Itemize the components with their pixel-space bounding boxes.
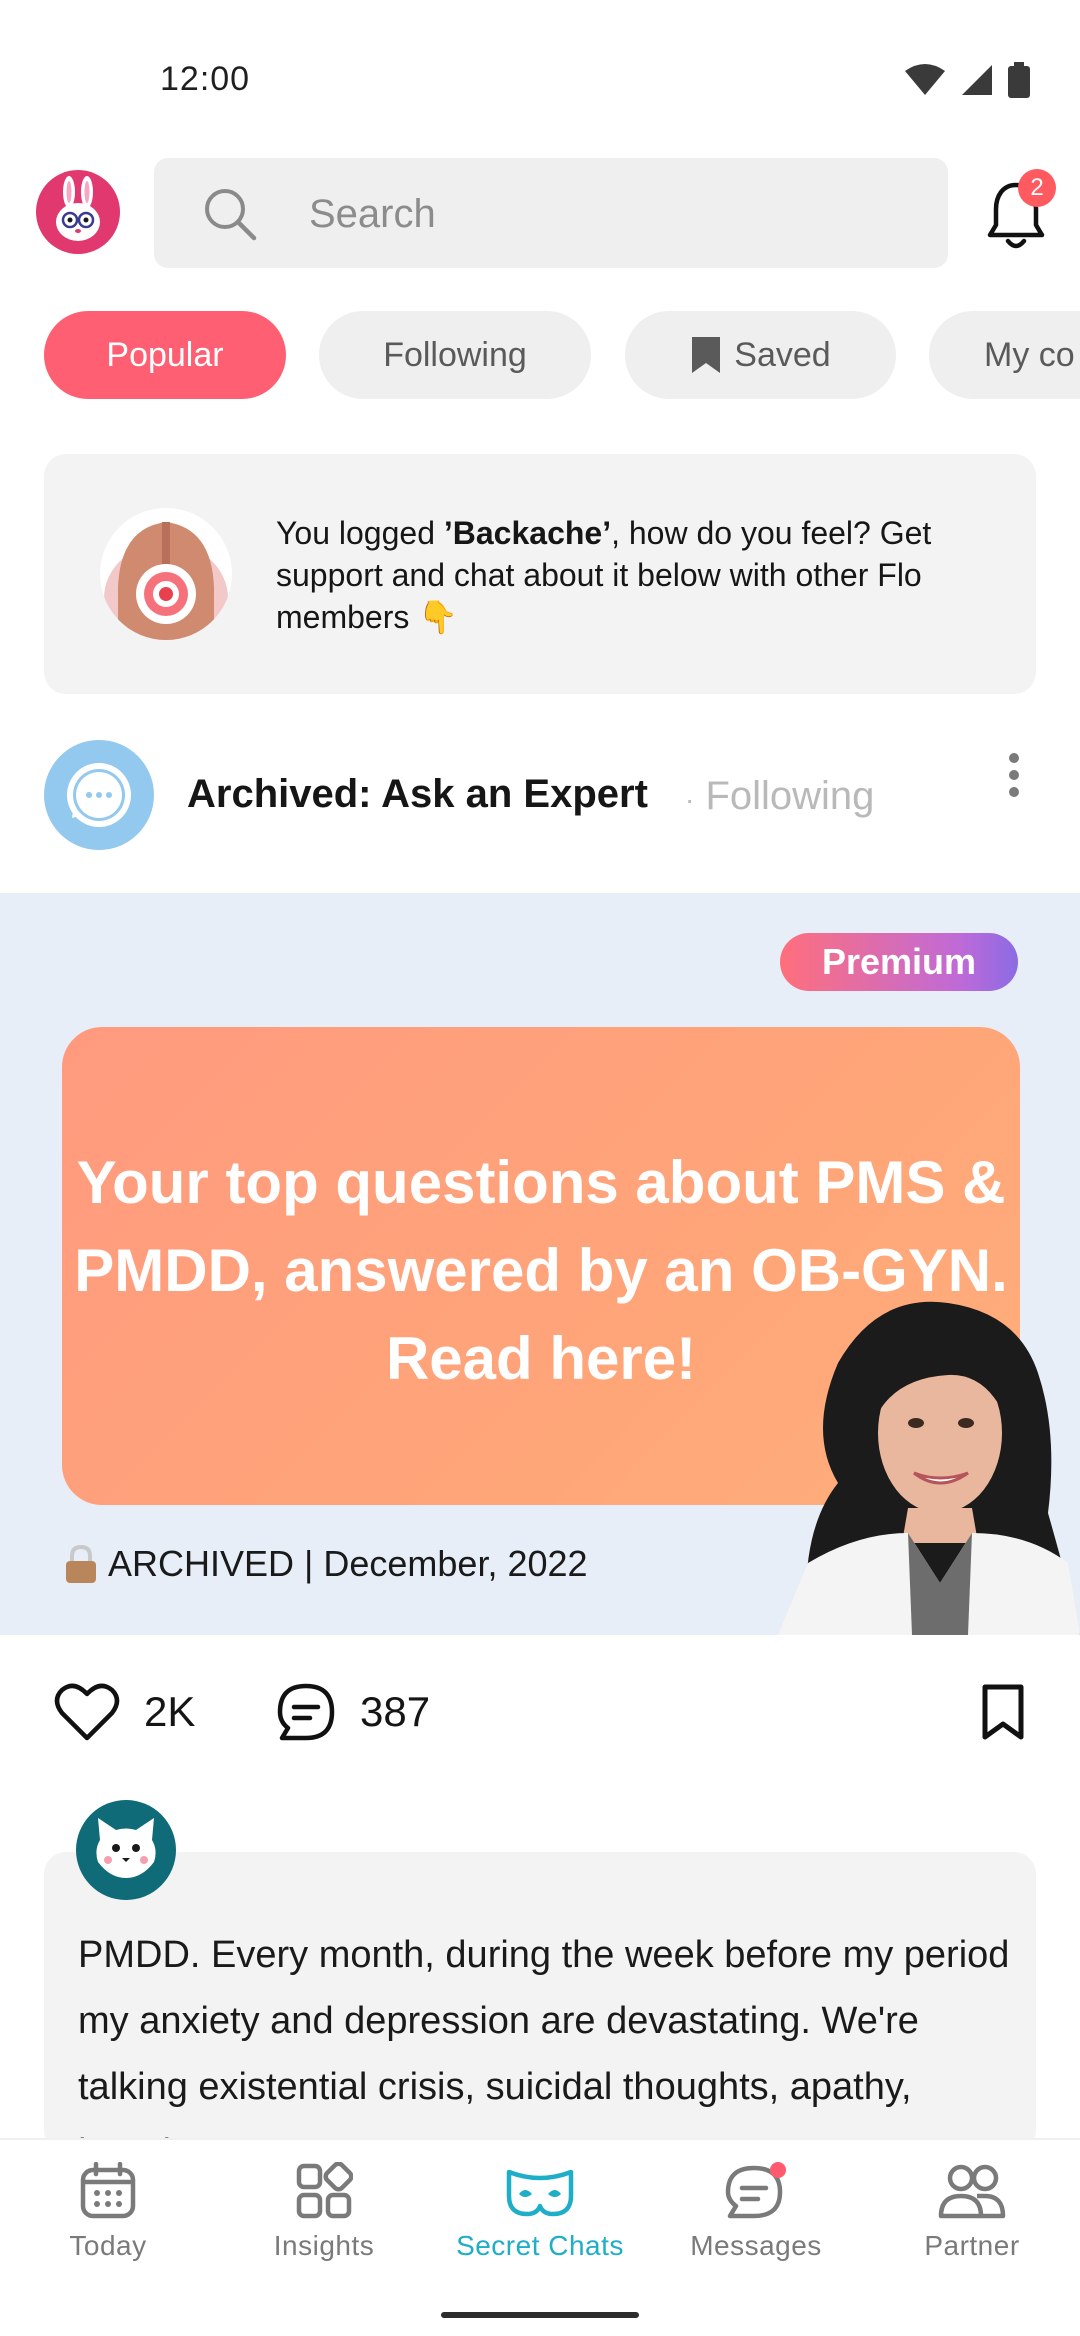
info-message: You logged ’Backache’, how do you feel? … bbox=[276, 512, 1006, 638]
calendar-icon bbox=[80, 2162, 136, 2219]
logged-symptom: ’Backache’ bbox=[443, 515, 612, 551]
top-header: Search 2 bbox=[0, 155, 1080, 270]
nav-partner[interactable]: Partner bbox=[864, 2162, 1080, 2272]
top-comment-card[interactable]: PMDD. Every month, during the week befor… bbox=[44, 1852, 1036, 2152]
nav-label: Partner bbox=[924, 2230, 1020, 2261]
group-name[interactable]: Archived: Ask an Expert bbox=[187, 772, 648, 817]
wifi-icon bbox=[905, 64, 945, 95]
home-indicator[interactable] bbox=[441, 2312, 639, 2318]
cellular-icon bbox=[962, 65, 992, 95]
tab-my-communities[interactable]: My co bbox=[929, 311, 1080, 399]
search-placeholder: Search bbox=[309, 192, 436, 236]
lock-icon bbox=[66, 1544, 96, 1583]
follow-status[interactable]: · Following bbox=[685, 774, 874, 819]
tab-following[interactable]: Following bbox=[319, 311, 591, 399]
nav-label: Insights bbox=[273, 2230, 375, 2261]
nav-label: Today bbox=[69, 2230, 147, 2261]
comment-button[interactable]: 387 bbox=[276, 1682, 430, 1742]
back-target-icon bbox=[104, 522, 228, 640]
profile-avatar[interactable] bbox=[36, 170, 120, 254]
mask-icon bbox=[506, 2169, 574, 2217]
nav-today[interactable]: Today bbox=[0, 2162, 216, 2272]
grid-icon bbox=[296, 2162, 353, 2219]
comment-count: 387 bbox=[360, 1688, 431, 1735]
backache-illustration bbox=[100, 508, 232, 640]
follow-status-label: Following bbox=[705, 774, 875, 818]
bottom-navigation: Today Insights Secret Chats Messages Par… bbox=[0, 2138, 1080, 2336]
nav-messages[interactable]: Messages bbox=[648, 2162, 864, 2272]
bunny-icon bbox=[56, 176, 100, 241]
more-options-icon[interactable] bbox=[1000, 744, 1028, 814]
status-time: 12:00 bbox=[160, 60, 251, 98]
chat-bubble-icon bbox=[67, 763, 131, 827]
tab-popular[interactable]: Popular bbox=[44, 311, 286, 399]
search-icon bbox=[205, 189, 257, 241]
info-prefix: You logged bbox=[276, 515, 444, 551]
tab-saved[interactable]: Saved bbox=[625, 311, 896, 399]
archived-label: ARCHIVED | December, 2022 bbox=[108, 1543, 588, 1584]
group-avatar[interactable] bbox=[44, 740, 154, 850]
like-count: 2K bbox=[144, 1688, 196, 1735]
nav-secret-chats[interactable]: Secret Chats bbox=[432, 2162, 648, 2272]
archived-row: ARCHIVED | December, 2022 bbox=[64, 1543, 588, 1585]
battery-icon bbox=[1008, 62, 1030, 98]
chat-bubble-icon bbox=[725, 2162, 786, 2219]
nav-insights[interactable]: Insights bbox=[216, 2162, 432, 2272]
notification-badge: 2 bbox=[1018, 169, 1056, 207]
search-input[interactable]: Search bbox=[154, 158, 948, 268]
tab-label: Saved bbox=[734, 335, 831, 374]
symptom-info-card[interactable]: You logged ’Backache’, how do you feel? … bbox=[44, 454, 1036, 694]
cat-icon bbox=[96, 1818, 156, 1878]
bookmark-icon bbox=[692, 337, 721, 373]
tab-label: Popular bbox=[106, 335, 224, 374]
post-actions: 2K 387 bbox=[0, 1660, 1080, 1770]
premium-badge: Premium bbox=[780, 933, 1018, 991]
save-post-icon[interactable] bbox=[980, 1682, 1026, 1742]
feed-tabs: Popular Following Saved My co bbox=[0, 311, 1080, 401]
status-bar: 12:00 bbox=[0, 0, 1080, 160]
status-icons bbox=[904, 62, 1030, 98]
comment-icon bbox=[277, 1683, 335, 1741]
comment-text: PMDD. Every month, during the week befor… bbox=[78, 1934, 1010, 2152]
post-banner[interactable]: Premium Your top questions about PMS & P… bbox=[0, 893, 1080, 1635]
like-button[interactable]: 2K bbox=[54, 1682, 195, 1742]
tab-label: Following bbox=[383, 335, 527, 374]
separator-dot: · bbox=[685, 784, 695, 815]
post-header: Archived: Ask an Expert · Following bbox=[0, 730, 1080, 860]
commenter-avatar[interactable] bbox=[76, 1800, 176, 1900]
doctor-photo bbox=[778, 1301, 1080, 1635]
nav-label: Secret Chats bbox=[456, 2230, 624, 2261]
heart-icon bbox=[54, 1683, 120, 1741]
nav-label: Messages bbox=[690, 2230, 822, 2261]
people-icon bbox=[938, 2164, 1006, 2219]
tab-label: My co bbox=[984, 335, 1075, 374]
unread-dot bbox=[770, 2162, 786, 2178]
